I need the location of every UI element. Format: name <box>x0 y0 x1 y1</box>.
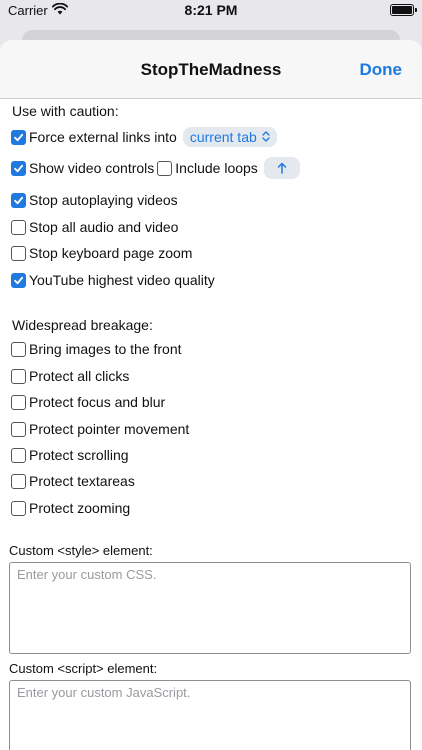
force-external-links-row[interactable]: Force external links into current tab <box>11 127 277 147</box>
breakage-checkbox[interactable] <box>11 447 26 463</box>
breakage-row[interactable]: Protect pointer movement <box>11 419 189 439</box>
breakage-checkbox[interactable] <box>11 500 26 516</box>
stop-autoplay-checkbox[interactable] <box>11 192 26 208</box>
arrow-up-icon <box>277 162 287 174</box>
force-links-checkbox[interactable] <box>11 129 26 145</box>
stop-audio-video-checkbox[interactable] <box>11 219 26 235</box>
breakage-label: Protect all clicks <box>29 368 130 384</box>
include-loops-checkbox[interactable] <box>157 160 173 176</box>
settings-sheet: StopTheMadness Done Use with caution: Fo… <box>0 40 422 750</box>
breakage-checkbox[interactable] <box>11 421 26 437</box>
breakage-heading: Widespread breakage: <box>12 317 153 333</box>
breakage-row[interactable]: Protect zooming <box>11 498 130 518</box>
chevron-up-down-icon <box>262 129 270 145</box>
youtube-quality-row[interactable]: YouTube highest video quality <box>11 270 215 290</box>
checkmark-icon <box>14 276 24 284</box>
stop-keyboard-zoom-label: Stop keyboard page zoom <box>29 245 193 261</box>
navigation-bar: StopTheMadness Done <box>0 40 422 99</box>
breakage-label: Bring images to the front <box>29 341 182 357</box>
stop-autoplay-row[interactable]: Stop autoplaying videos <box>11 190 178 210</box>
youtube-quality-checkbox[interactable] <box>11 272 26 288</box>
battery-icon <box>390 4 417 16</box>
breakage-row[interactable]: Protect all clicks <box>11 366 129 386</box>
breakage-label: Protect textareas <box>29 473 135 489</box>
youtube-quality-label: YouTube highest video quality <box>29 272 215 288</box>
breakage-checkbox[interactable] <box>11 368 26 384</box>
breakage-row[interactable]: Protect scrolling <box>11 445 129 465</box>
clock: 8:21 PM <box>184 2 238 18</box>
custom-javascript-placeholder: Enter your custom JavaScript. <box>17 685 191 700</box>
custom-css-placeholder: Enter your custom CSS. <box>17 567 157 582</box>
custom-javascript-textarea[interactable]: Enter your custom JavaScript. <box>9 680 411 750</box>
checkmark-icon <box>14 164 24 172</box>
custom-style-label: Custom <style> element: <box>9 543 153 558</box>
breakage-row[interactable]: Protect focus and blur <box>11 392 165 412</box>
breakage-label: Protect scrolling <box>29 447 129 463</box>
move-up-button[interactable] <box>263 157 300 179</box>
link-target-value: current tab <box>189 129 257 145</box>
breakage-label: Protect pointer movement <box>29 421 190 437</box>
stop-keyboard-zoom-row[interactable]: Stop keyboard page zoom <box>11 243 192 263</box>
show-video-controls-checkbox[interactable] <box>11 160 26 176</box>
breakage-row[interactable]: Protect textareas <box>11 471 135 491</box>
link-target-select[interactable]: current tab <box>182 127 277 147</box>
custom-css-textarea[interactable]: Enter your custom CSS. <box>9 562 411 654</box>
video-controls-row: Show video controls Include loops <box>11 157 300 179</box>
breakage-label: Protect focus and blur <box>29 394 166 410</box>
stop-keyboard-zoom-checkbox[interactable] <box>11 245 26 261</box>
checkmark-icon <box>14 133 24 141</box>
breakage-checkbox[interactable] <box>11 473 26 489</box>
force-links-label: Force external links into <box>29 129 177 145</box>
caution-heading: Use with caution: <box>12 103 119 119</box>
checkmark-icon <box>14 196 24 204</box>
custom-script-label: Custom <script> element: <box>9 661 158 676</box>
status-bar: Carrier 8:21 PM <box>0 0 422 24</box>
stop-audio-video-label: Stop all audio and video <box>29 219 179 235</box>
breakage-checkbox[interactable] <box>11 341 26 357</box>
breakage-label: Protect zooming <box>29 500 131 516</box>
show-video-controls-label: Show video controls <box>29 160 155 176</box>
breakage-checkbox[interactable] <box>11 394 26 410</box>
stop-autoplay-label: Stop autoplaying videos <box>29 192 178 208</box>
breakage-row[interactable]: Bring images to the front <box>11 339 182 359</box>
stop-audio-video-row[interactable]: Stop all audio and video <box>11 217 178 237</box>
include-loops-label: Include loops <box>175 160 258 176</box>
done-button[interactable]: Done <box>360 60 403 80</box>
